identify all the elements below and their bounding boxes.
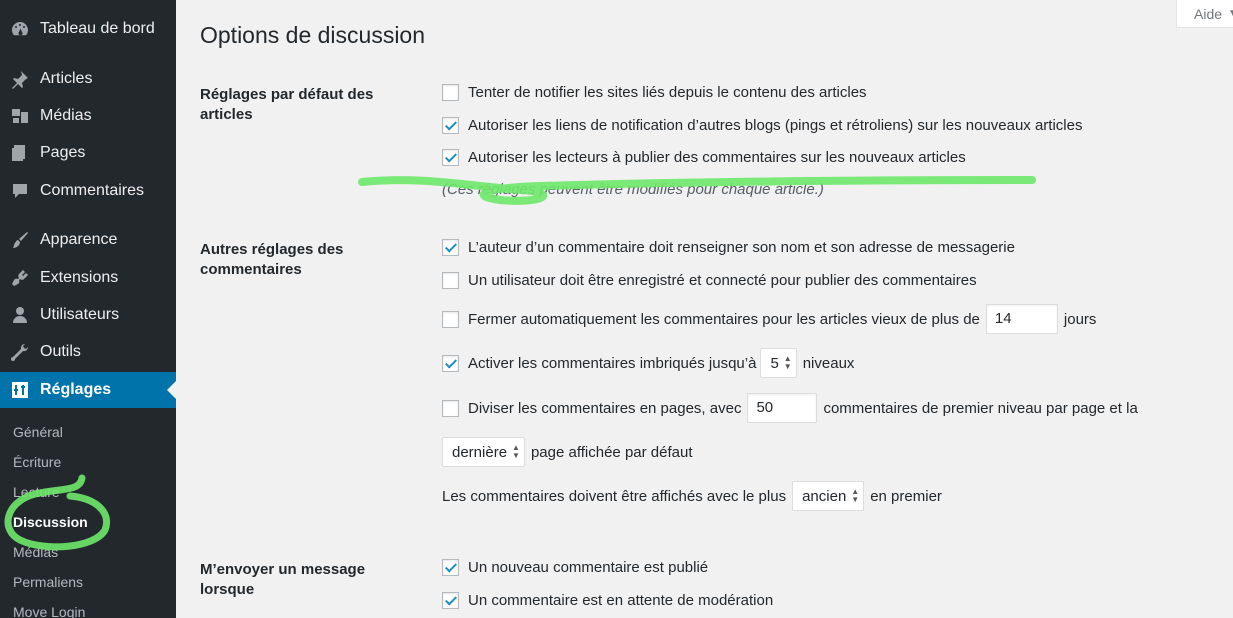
section-label-email-me: M’envoyer un message lorsque [200,561,366,598]
option-registration-required[interactable]: Un utilisateur doit être enregistré et c… [442,270,977,290]
section-label-default-settings: Réglages par défaut des articles [200,86,374,123]
checkbox-email-new-comment[interactable] [442,558,459,576]
option-label: commentaires de premier niveau par page … [823,399,1138,417]
checkbox-notify-linked-sites[interactable] [442,83,459,101]
option-label: Autoriser les lecteurs à publier des com… [468,148,966,166]
default-page-select[interactable]: dernière ▲ ▼ [442,437,525,467]
checkbox-email-moderation[interactable] [442,591,459,609]
media-icon [10,106,30,126]
submenu-move-login[interactable]: Move Login [13,604,85,618]
settings-icon [10,380,30,400]
section-label-other-comment-settings: Autres réglages des commentaires [200,241,344,278]
option-email-new-comment[interactable]: Un nouveau commentaire est publié [442,557,708,577]
sidebar-item-commentaires[interactable]: Commentaires [0,173,176,209]
submenu-ecriture[interactable]: Écriture [13,454,61,470]
dashboard-icon [10,19,30,39]
help-tab-button[interactable]: Aide ▼ [1176,0,1233,28]
sidebar-item-outils[interactable]: Outils [0,334,176,370]
submenu-lecture[interactable]: Lecture [13,484,60,500]
sidebar-item-medias[interactable]: Médias [0,98,176,134]
pages-icon [10,143,30,163]
sidebar-item-label: Médias [40,107,92,124]
option-email-moderation[interactable]: Un commentaire est en attente de modérat… [442,590,773,610]
admin-sidebar: Tableau de bord Articles Médias Pages Co… [0,0,176,618]
wrench-icon [10,342,30,362]
option-comment-order: Les commentaires doivent être affichés a… [442,481,942,511]
option-allow-comments[interactable]: Autoriser les lecteurs à publier des com… [442,147,966,167]
option-label: Activer les commentaires imbriqués jusqu… [468,354,757,372]
comment-icon [10,181,30,201]
checkbox-close-comments[interactable] [442,310,459,328]
select-value: dernière [452,443,508,461]
option-require-name-email[interactable]: L’auteur d’un commentaire doit renseigne… [442,237,1015,257]
option-label: en premier [870,487,942,505]
sidebar-item-label: Outils [40,343,81,360]
option-label: Autoriser les liens de notification d’au… [468,116,1083,134]
checkbox-registration-required[interactable] [442,271,459,289]
select-value: ancien [802,487,847,505]
checkbox-thread-comments[interactable] [442,354,459,372]
sidebar-item-reglages[interactable]: Réglages [0,372,176,408]
select-arrows-icon: ▲ ▼ [783,354,792,371]
settings-note: (Ces réglages peuvent être modifiés pour… [442,181,824,198]
help-tab-label: Aide [1194,5,1223,22]
option-label: Les commentaires doivent être affichés a… [442,487,787,505]
plugin-icon [10,268,30,288]
option-label: jours [1063,310,1097,328]
select-arrows-icon: ▲ ▼ [851,487,860,504]
option-label: niveaux [802,354,855,372]
brush-icon [10,230,30,250]
pushpin-icon [10,69,30,89]
chevron-down-icon: ▼ [1228,8,1233,19]
option-page-comments: Diviser les commentaires en pages, avec … [442,393,1138,423]
option-label: Un nouveau commentaire est publié [468,558,709,576]
sidebar-item-label: Apparence [40,231,118,248]
thread-depth-select[interactable]: 5 ▲ ▼ [760,348,797,378]
sidebar-item-label: Pages [40,144,86,161]
select-value: 5 [770,354,779,372]
checkbox-page-comments[interactable] [442,399,459,417]
sidebar-item-pages[interactable]: Pages [0,135,176,171]
submenu-discussion[interactable]: Discussion [13,514,88,530]
checkbox-require-name-email[interactable] [442,238,459,256]
sidebar-item-label: Tableau de bord [40,20,155,37]
sidebar-item-apparence[interactable]: Apparence [0,222,176,258]
page-title: Options de discussion [200,22,426,48]
option-label: Un commentaire est en attente de modérat… [468,591,774,609]
submenu-permaliens[interactable]: Permaliens [13,574,83,590]
option-close-comments: Fermer automatiquement les commentaires … [442,304,1097,334]
sidebar-item-label: Commentaires [40,182,145,199]
comments-per-page-input[interactable]: 50 [747,393,818,423]
sidebar-item-utilisateurs[interactable]: Utilisateurs [0,297,176,333]
checkbox-allow-comments[interactable] [442,148,459,166]
option-label: Diviser les commentaires en pages, avec [468,399,742,417]
sidebar-item-dashboard[interactable]: Tableau de bord [0,11,176,47]
sidebar-item-label: Articles [40,70,93,87]
sidebar-item-label: Réglages [40,381,112,398]
sidebar-item-label: Extensions [40,269,119,286]
option-label: Tenter de notifier les sites liés depuis… [468,83,867,101]
select-arrows-icon: ▲ ▼ [512,443,520,460]
option-thread-comments: Activer les commentaires imbriqués jusqu… [442,348,855,378]
option-default-page: dernière ▲ ▼ page affichée par défaut [442,437,693,467]
option-allow-pingbacks[interactable]: Autoriser les liens de notification d’au… [442,115,1082,135]
option-notify-linked-sites[interactable]: Tenter de notifier les sites liés depuis… [442,82,867,102]
close-comments-days-input[interactable]: 14 [985,304,1058,334]
option-label: Un utilisateur doit être enregistré et c… [468,271,977,289]
option-label: Fermer automatiquement les commentaires … [468,310,980,328]
checkbox-allow-pingbacks[interactable] [442,116,459,134]
option-label: L’auteur d’un commentaire doit renseigne… [468,238,1015,256]
user-icon [10,305,30,325]
comment-order-select[interactable]: ancien ▲ ▼ [792,481,865,511]
sidebar-item-extensions[interactable]: Extensions [0,260,176,296]
sidebar-item-articles[interactable]: Articles [0,61,176,97]
option-label: page affichée par défaut [530,443,693,461]
submenu-medias[interactable]: Médias [13,544,58,560]
sidebar-item-label: Utilisateurs [40,306,120,323]
submenu-general[interactable]: Général [13,424,63,440]
